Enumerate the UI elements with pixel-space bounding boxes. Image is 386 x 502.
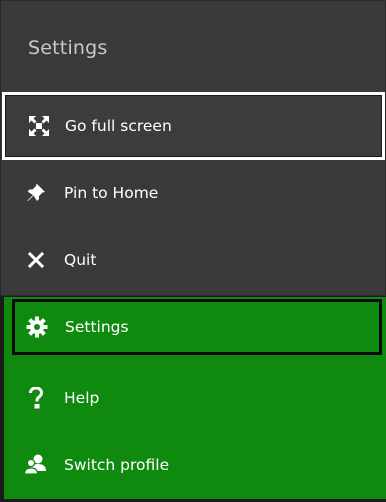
pin-icon [24,181,48,205]
gear-icon [25,315,49,339]
switch-profile-label: Switch profile [64,456,170,474]
pin-to-home-menu-item[interactable]: Pin to Home [0,161,386,225]
question-mark-icon [24,386,48,410]
switch-profile-icon [24,453,48,477]
quit-menu-item[interactable]: Quit [0,228,386,292]
menu-title: Settings [28,37,108,59]
help-menu-item[interactable]: Help [0,366,386,430]
help-label: Help [64,389,100,407]
fullscreen-arrows-icon [27,114,51,138]
quit-label: Quit [64,251,97,269]
settings-menu-item[interactable]: Settings [12,299,382,355]
go-full-screen-label: Go full screen [65,117,172,135]
pin-to-home-label: Pin to Home [64,184,159,202]
switch-profile-menu-item[interactable]: Switch profile [0,433,386,497]
close-x-icon [24,248,48,272]
settings-label: Settings [65,318,129,336]
go-full-screen-menu-item[interactable]: Go full screen [2,92,385,160]
